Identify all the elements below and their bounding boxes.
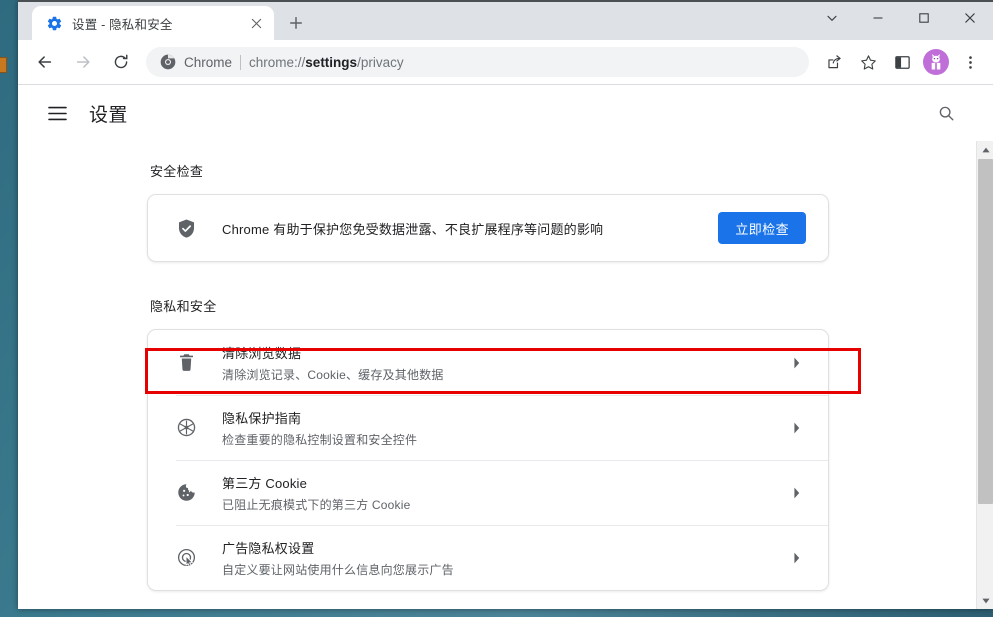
row-subtitle: 检查重要的隐私控制设置和安全控件: [222, 432, 418, 447]
privacy-settings-card: 清除浏览数据 清除浏览记录、Cookie、缓存及其他数据 隐私保护指南 检查重要…: [147, 329, 829, 591]
omnibox-site-label: Chrome: [184, 54, 233, 70]
back-arrow-icon[interactable]: [29, 46, 61, 78]
three-dot-menu-icon[interactable]: [955, 47, 985, 77]
row-text-group: 清除浏览数据 清除浏览记录、Cookie、缓存及其他数据: [222, 343, 788, 383]
desktop-taskbar-icon[interactable]: [0, 57, 7, 73]
maximize-icon[interactable]: [901, 2, 947, 34]
settings-page: 设置 安全检查 Chrome 有助于保护您免受数据泄露、不良扩展程序等问题的影响…: [18, 85, 993, 609]
shield-check-icon: [176, 218, 197, 239]
row-title: 隐私保护指南: [222, 410, 302, 426]
row-title: 广告隐私权设置: [222, 540, 315, 556]
star-icon[interactable]: [853, 47, 883, 77]
safety-check-description: Chrome 有助于保护您免受数据泄露、不良扩展程序等问题的影响: [222, 221, 604, 237]
settings-header: 设置: [18, 85, 993, 141]
privacy-section-heading: 隐私和安全: [150, 299, 217, 314]
omnibox-divider: [240, 54, 242, 70]
close-icon[interactable]: [947, 2, 993, 34]
reload-icon[interactable]: [105, 46, 137, 78]
scroll-down-arrow-icon[interactable]: [977, 592, 993, 609]
cookie-icon: [176, 482, 197, 503]
scroll-up-arrow-icon[interactable]: [977, 141, 993, 158]
settings-row-third-party-cookies[interactable]: 第三方 Cookie 已阻止无痕模式下的第三方 Cookie: [148, 460, 828, 525]
window-controls: [809, 2, 993, 34]
address-bar[interactable]: Chrome chrome://settings/privacy: [146, 47, 809, 77]
safety-check-heading: 安全检查: [150, 164, 204, 179]
settings-content: 安全检查 Chrome 有助于保护您免受数据泄露、不良扩展程序等问题的影响 立即…: [147, 141, 829, 591]
row-text-group: 广告隐私权设置 自定义要让网站使用什么信息向您展示广告: [222, 538, 788, 578]
page-scrollbar[interactable]: [976, 141, 993, 609]
omnibox-url: chrome://settings/privacy: [249, 55, 404, 70]
trash-icon: [176, 352, 197, 373]
scrollbar-thumb[interactable]: [978, 159, 993, 504]
forward-arrow-icon: [67, 46, 99, 78]
row-subtitle: 已阻止无痕模式下的第三方 Cookie: [222, 497, 411, 512]
row-title: 清除浏览数据: [222, 345, 302, 361]
url-prefix: chrome://: [249, 54, 306, 70]
chevron-down-icon[interactable]: [809, 2, 855, 34]
chevron-right-icon[interactable]: [788, 484, 806, 502]
settings-row-privacy-guide[interactable]: 隐私保护指南 检查重要的隐私控制设置和安全控件: [148, 395, 828, 460]
chevron-right-icon[interactable]: [788, 549, 806, 567]
minimize-icon[interactable]: [855, 2, 901, 34]
tab-title: 设置 - 隐私和安全: [72, 17, 173, 32]
row-title: 第三方 Cookie: [222, 475, 308, 491]
avatar-icon: [931, 54, 941, 70]
row-text-group: 第三方 Cookie 已阻止无痕模式下的第三方 Cookie: [222, 473, 788, 513]
share-icon[interactable]: [819, 47, 849, 77]
url-bold-segment: settings: [305, 54, 358, 70]
run-safety-check-button[interactable]: 立即检查: [718, 212, 806, 244]
side-panel-icon[interactable]: [887, 47, 917, 77]
browser-window: 设置 - 隐私和安全 Chrome chrome://settings/priv…: [18, 0, 993, 609]
row-text-group: 隐私保护指南 检查重要的隐私控制设置和安全控件: [222, 408, 788, 448]
row-subtitle: 清除浏览记录、Cookie、缓存及其他数据: [222, 367, 444, 382]
new-tab-button[interactable]: [282, 9, 310, 37]
search-icon[interactable]: [931, 98, 961, 128]
close-icon[interactable]: [246, 13, 266, 33]
page-title: 设置: [89, 104, 128, 126]
gear-icon: [46, 15, 63, 32]
settings-scroll-area: 安全检查 Chrome 有助于保护您免受数据泄露、不良扩展程序等问题的影响 立即…: [18, 141, 976, 609]
settings-row-clear-browsing-data[interactable]: 清除浏览数据 清除浏览记录、Cookie、缓存及其他数据: [148, 330, 828, 395]
settings-row-ad-privacy[interactable]: 广告隐私权设置 自定义要让网站使用什么信息向您展示广告: [148, 525, 828, 590]
browser-tab-settings[interactable]: 设置 - 隐私和安全: [32, 6, 274, 40]
url-suffix: /privacy: [357, 54, 404, 70]
plus-icon: [290, 17, 302, 29]
row-subtitle: 自定义要让网站使用什么信息向您展示广告: [222, 562, 454, 577]
safety-check-card: Chrome 有助于保护您免受数据泄露、不良扩展程序等问题的影响 立即检查: [147, 194, 829, 262]
ad-privacy-icon: [176, 547, 197, 568]
browser-toolbar: Chrome chrome://settings/privacy: [18, 40, 993, 85]
hamburger-menu-icon[interactable]: [44, 100, 70, 126]
chevron-right-icon[interactable]: [788, 419, 806, 437]
chrome-logo-icon: [160, 54, 176, 70]
chevron-right-icon[interactable]: [788, 354, 806, 372]
privacy-guide-icon: [176, 417, 197, 438]
avatar[interactable]: [923, 49, 949, 75]
tab-strip: 设置 - 隐私和安全: [18, 0, 993, 40]
